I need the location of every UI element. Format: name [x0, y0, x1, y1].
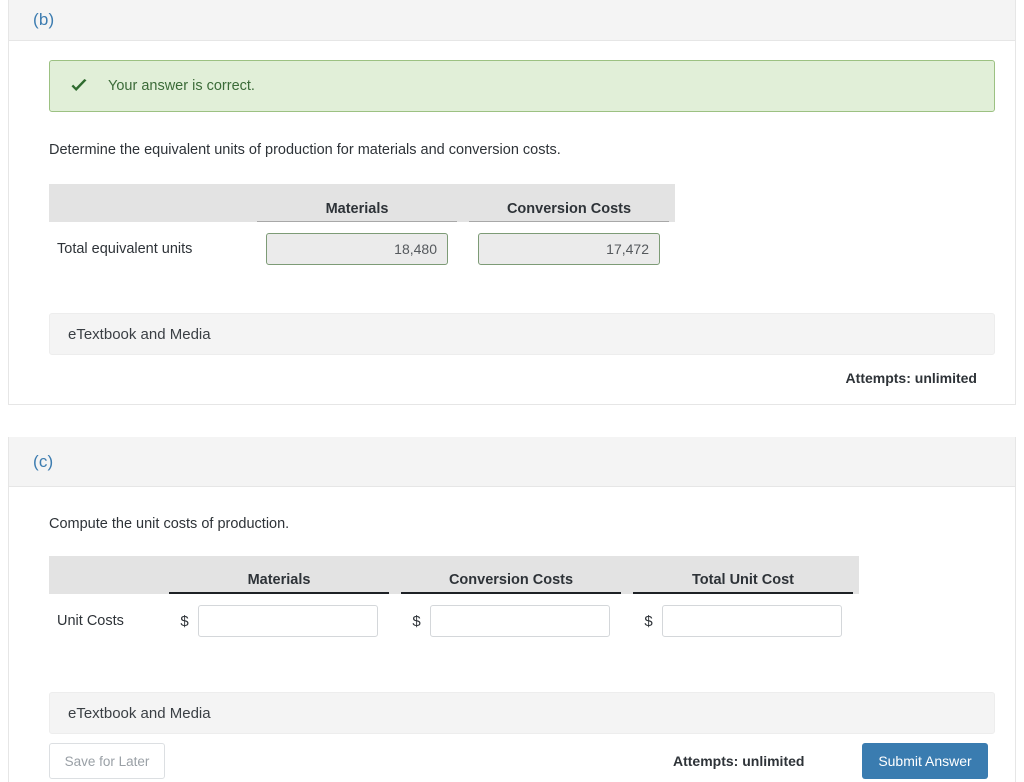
part-b-header-blank — [49, 184, 251, 222]
dollar-sign-icon-total: $ — [644, 612, 653, 630]
table-row: Unit Costs $ $ $ — [49, 594, 859, 648]
part-c-row-label-cell: Unit Costs — [49, 594, 163, 648]
part-c-prompt: Compute the unit costs of production. — [49, 516, 290, 532]
conversion-unit-cost-input[interactable] — [429, 605, 610, 637]
row-label-total-equivalent-units: Total equivalent units — [57, 241, 193, 257]
part-c-col-3-label: Total Unit Cost — [633, 572, 853, 594]
part-b-header-materials: Materials — [251, 184, 463, 222]
part-b-prompt: Determine the equivalent units of produc… — [49, 142, 561, 158]
part-c-etextbook-and-media[interactable]: eTextbook and Media — [49, 692, 995, 734]
check-icon — [68, 75, 90, 97]
part-b-etextbook-and-media[interactable]: eTextbook and Media — [49, 313, 995, 355]
part-b-card: (b) Your answer is correct. Determine th… — [8, 0, 1016, 405]
alert-message: Your answer is correct. — [108, 78, 255, 94]
part-c-table: Materials Conversion Costs Total Unit Co… — [49, 556, 859, 648]
part-b-header: (b) — [9, 0, 1015, 41]
part-c-header-blank — [49, 556, 163, 594]
part-b-col-2-label: Conversion Costs — [469, 201, 669, 222]
part-c-col-2-label: Conversion Costs — [401, 572, 621, 594]
part-b-table-header-row: Materials Conversion Costs — [49, 184, 675, 222]
total-unit-cost-input[interactable] — [661, 605, 842, 637]
part-b-conversion-cell — [463, 222, 675, 276]
dollar-sign-icon-conversion: $ — [412, 612, 421, 630]
part-c-body: Compute the unit costs of production. Ma… — [9, 487, 1015, 782]
part-c-header-total-unit-cost: Total Unit Cost — [627, 556, 859, 594]
part-b-table: Materials Conversion Costs Total equival… — [49, 184, 675, 276]
conversion-equivalent-units-input[interactable] — [478, 233, 660, 265]
part-c-header: (c) — [9, 437, 1015, 487]
part-c-attempts: Attempts: unlimited — [673, 753, 805, 769]
part-b-row-label-cell: Total equivalent units — [49, 222, 251, 276]
part-c-label: (c) — [33, 451, 54, 471]
assignment-page: (b) Your answer is correct. Determine th… — [0, 0, 1024, 782]
part-c-card: (c) Compute the unit costs of production… — [8, 437, 1016, 782]
part-c-conversion-cell: $ — [395, 594, 627, 648]
part-b-header-conversion: Conversion Costs — [463, 184, 675, 222]
part-b-attempts: Attempts: unlimited — [845, 370, 977, 386]
materials-unit-cost-input[interactable] — [197, 605, 378, 637]
submit-answer-button[interactable]: Submit Answer — [862, 743, 988, 779]
part-c-table-header-row: Materials Conversion Costs Total Unit Co… — [49, 556, 859, 594]
save-for-later-button[interactable]: Save for Later — [49, 743, 165, 779]
materials-equivalent-units-input[interactable] — [266, 233, 448, 265]
part-c-header-materials: Materials — [163, 556, 395, 594]
part-b-body: Your answer is correct. Determine the eq… — [9, 41, 1015, 404]
part-c-materials-cell: $ — [163, 594, 395, 648]
part-b-label: (b) — [33, 9, 55, 29]
part-c-col-1-label: Materials — [169, 572, 389, 594]
table-row: Total equivalent units — [49, 222, 675, 276]
part-c-etextbook-label: eTextbook and Media — [68, 704, 211, 722]
row-label-unit-costs: Unit Costs — [57, 613, 124, 629]
part-b-col-1-label: Materials — [257, 201, 457, 222]
part-b-materials-cell — [251, 222, 463, 276]
part-b-etextbook-label: eTextbook and Media — [68, 325, 211, 343]
part-c-header-conversion: Conversion Costs — [395, 556, 627, 594]
part-c-total-cell: $ — [627, 594, 859, 648]
correct-answer-alert: Your answer is correct. — [49, 60, 995, 112]
dollar-sign-icon-materials: $ — [180, 612, 189, 630]
